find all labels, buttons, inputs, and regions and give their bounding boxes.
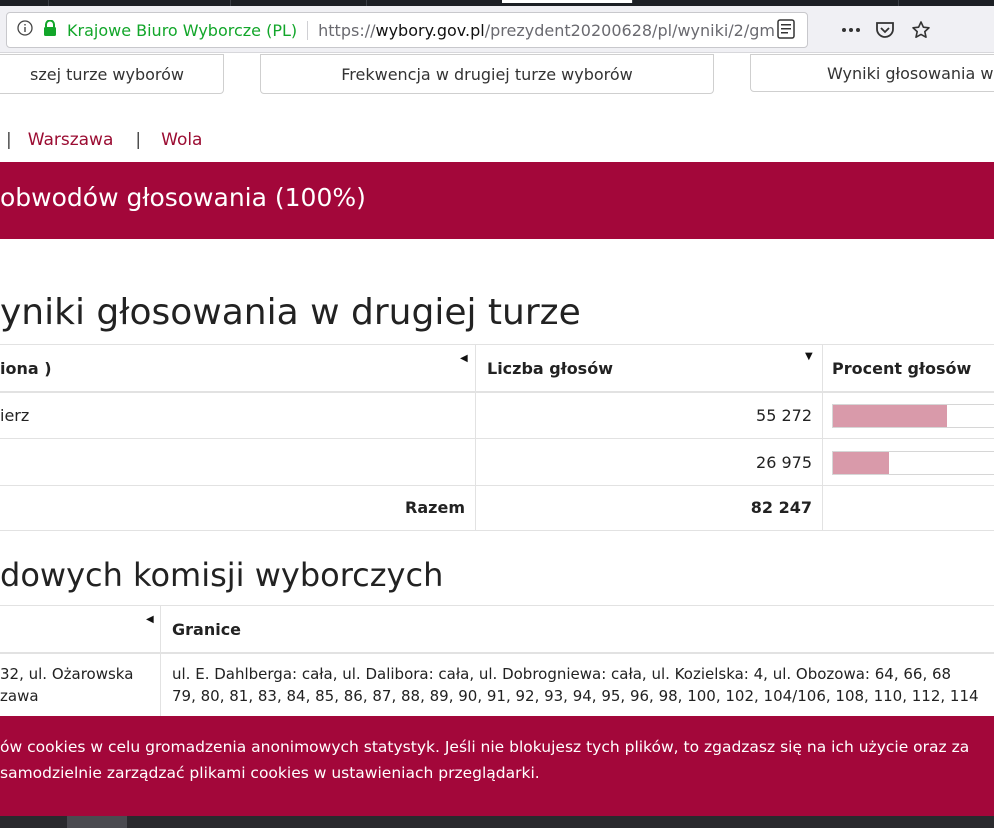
column-header-boundaries[interactable]: Granice (172, 606, 241, 652)
boundary-line: 79, 80, 81, 83, 84, 85, 86, 87, 88, 89, … (172, 687, 979, 705)
tab-label: szej turze wyborów (29, 64, 185, 84)
table-row: 32, ul. Ożarowska zawa ul. E. Dahlberga:… (0, 653, 994, 717)
column-header-candidate[interactable]: iona ) (0, 345, 52, 391)
percent-bar (832, 451, 994, 475)
commission-boundaries: ul. E. Dahlberga: cała, ul. Dalibora: ca… (172, 663, 979, 707)
total-votes: 82 247 (750, 498, 812, 517)
percent-bar-fill (833, 452, 889, 474)
sort-left-icon[interactable]: ◀ (460, 353, 468, 364)
address-bar[interactable]: Krajowe Biuro Wyborcze (PL) https://wybo… (6, 12, 808, 48)
breadcrumb-link-wola[interactable]: Wola (161, 130, 202, 150)
address-line: 32, ul. Ożarowska (0, 665, 134, 683)
sort-left-icon[interactable]: ◀ (146, 614, 154, 625)
reader-view-icon[interactable] (777, 19, 797, 39)
column-header-votes[interactable]: Liczba głosów (487, 345, 613, 391)
more-icon[interactable] (838, 20, 864, 40)
bottom-bar-block[interactable] (67, 816, 127, 828)
percent-bar (832, 404, 994, 428)
results-heading: yniki głosowania w drugiej turze (0, 292, 581, 333)
total-label: Razem (405, 498, 465, 517)
breadcrumb-link-warszawa[interactable]: Warszawa (28, 130, 114, 150)
lock-icon (43, 19, 63, 40)
table-total-row: Razem 82 247 (0, 485, 994, 531)
banner-text: obwodów głosowania (100%) (0, 183, 366, 212)
cookie-text: ów cookies w celu gromadzenia anonimowyc… (0, 738, 970, 756)
cookie-text: samodzielnie zarządzać plikami cookies w… (0, 764, 540, 782)
sort-down-icon[interactable]: ▼ (805, 351, 813, 362)
info-icon[interactable] (17, 20, 39, 40)
breadcrumb-separator: | (6, 130, 12, 150)
pocket-icon[interactable] (872, 20, 898, 40)
address-line: zawa (0, 687, 39, 705)
column-header-percent[interactable]: Procent głosów (832, 345, 971, 391)
url-text[interactable]: https://wybory.gov.pl/prezydent20200628/… (318, 21, 775, 40)
tab-label: Wyniki głosowania w (827, 63, 994, 83)
commission-address: 32, ul. Ożarowska zawa (0, 663, 133, 707)
candidate-name: ierz (0, 405, 30, 425)
browser-toolbar: Krajowe Biuro Wyborcze (PL) https://wybo… (0, 6, 994, 53)
table-header-row: ◀ Granice (0, 605, 994, 654)
table-header-row: iona ) ◀ Liczba głosów ▼ Procent głosów (0, 344, 994, 393)
commissions-heading: dowych komisji wyborczych (0, 556, 444, 594)
tab-second-round-results[interactable]: Wyniki głosowania w (750, 54, 994, 92)
boundary-line: ul. E. Dahlberga: cała, ul. Dalibora: ca… (172, 665, 952, 683)
breadcrumb: | Warszawa | Wola (0, 130, 202, 150)
cookie-banner: ów cookies w celu gromadzenia anonimowyc… (0, 716, 994, 816)
tab-first-round-results[interactable]: szej turze wyborów (0, 54, 224, 94)
tab-second-round-turnout[interactable]: Frekwencja w drugiej turze wyborów (260, 54, 714, 94)
vote-count: 26 975 (756, 452, 812, 472)
turnout-banner: obwodów głosowania (100%) (0, 162, 994, 239)
site-identity[interactable]: Krajowe Biuro Wyborcze (PL) (67, 20, 309, 40)
vote-count: 55 272 (756, 405, 812, 425)
bottom-bar (0, 816, 994, 828)
tab-label: Frekwencja w drugiej turze wyborów (341, 64, 633, 84)
breadcrumb-separator: | (135, 130, 142, 150)
table-row: 26 975 (0, 439, 994, 486)
percent-bar-fill (833, 405, 948, 427)
bookmark-star-icon[interactable] (908, 20, 934, 40)
table-row: ierz 55 272 (0, 392, 994, 439)
